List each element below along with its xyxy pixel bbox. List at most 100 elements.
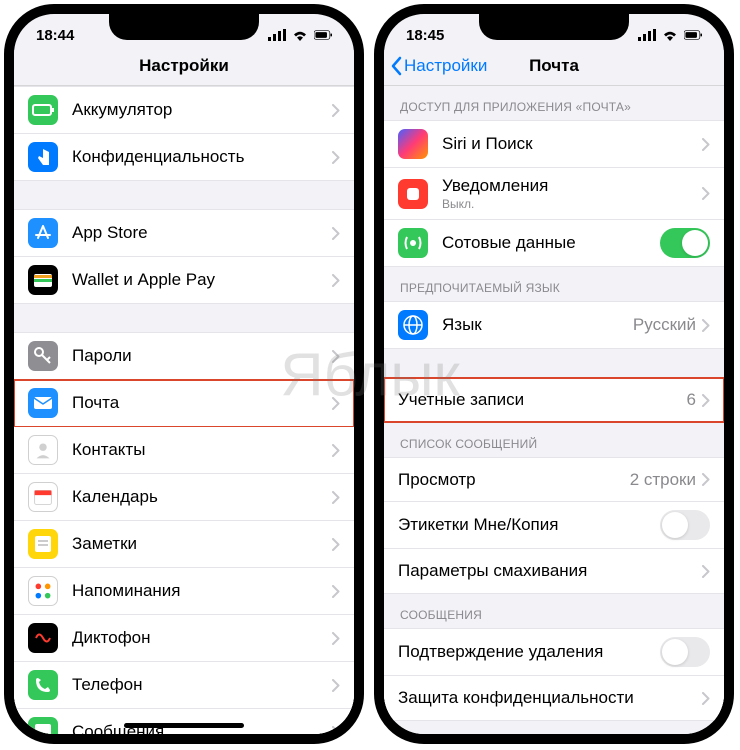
nav-bar: Настройки — [14, 50, 354, 86]
settings-content[interactable]: Аккумулятор Конфиденциальность App Store… — [14, 86, 354, 734]
row-label: Контакты — [72, 440, 332, 460]
chevron-right-icon — [702, 187, 710, 200]
phone-left: 18:44 Настройки Аккумулятор Конфиденциал… — [4, 4, 364, 744]
wifi-icon — [291, 29, 309, 41]
chevron-right-icon — [702, 692, 710, 705]
settings-row-reminders[interactable]: Напоминания — [14, 568, 354, 615]
chevron-right-icon — [702, 473, 710, 486]
notif-icon — [398, 179, 428, 209]
settings-row-voice[interactable]: Диктофон — [14, 615, 354, 662]
chevron-right-icon — [702, 394, 710, 407]
chevron-right-icon — [332, 726, 340, 735]
chevron-right-icon — [332, 151, 340, 164]
row-messages-item[interactable]: Защита конфиденциальности — [384, 676, 724, 720]
row-label: Диктофон — [72, 628, 332, 648]
row-label: Подтверждение удаления — [398, 642, 660, 662]
chevron-right-icon — [332, 491, 340, 504]
key-icon — [28, 341, 58, 371]
settings-row-messages[interactable]: Сообщения — [14, 709, 354, 734]
row-list-item[interactable]: Параметры смахивания — [384, 549, 724, 593]
page-title: Настройки — [139, 56, 229, 76]
row-cell[interactable]: Сотовые данные — [384, 220, 724, 266]
cell-icon — [398, 228, 428, 258]
chevron-left-icon — [390, 56, 402, 76]
row-list-item[interactable]: Просмотр 2 строки — [384, 458, 724, 502]
row-notif[interactable]: УведомленияВыкл. — [384, 168, 724, 220]
hand-icon — [28, 142, 58, 172]
signal-icon — [268, 29, 286, 41]
row-label: Конфиденциальность — [72, 147, 332, 167]
settings-row-wallet[interactable]: Wallet и Apple Pay — [14, 257, 354, 303]
row-label: Пароли — [72, 346, 332, 366]
row-list-item[interactable]: Этикетки Мне/Копия — [384, 502, 724, 549]
status-time: 18:44 — [36, 27, 74, 44]
row-label: Этикетки Мне/Копия — [398, 515, 660, 535]
reminders-icon — [28, 576, 58, 606]
home-indicator[interactable] — [124, 723, 244, 728]
chevron-right-icon — [332, 538, 340, 551]
chevron-right-icon — [332, 227, 340, 240]
chevron-right-icon — [332, 350, 340, 363]
chevron-right-icon — [332, 632, 340, 645]
status-icons — [268, 29, 332, 41]
row-label: Учетные записи — [398, 390, 687, 410]
row-label: Напоминания — [72, 581, 332, 601]
toggle[interactable] — [660, 637, 710, 667]
row-value: Русский — [633, 315, 696, 335]
back-button[interactable]: Настройки — [390, 56, 487, 76]
siri-icon — [398, 129, 428, 159]
appstore-icon — [28, 218, 58, 248]
chevron-right-icon — [332, 274, 340, 287]
settings-row-appstore[interactable]: App Store — [14, 210, 354, 257]
row-siri[interactable]: Siri и Поиск — [384, 121, 724, 168]
row-messages-item[interactable]: Подтверждение удаления — [384, 629, 724, 676]
battery-icon — [684, 29, 702, 41]
settings-row-phone[interactable]: Телефон — [14, 662, 354, 709]
row-label: Язык — [442, 315, 633, 335]
voice-icon — [28, 623, 58, 653]
wifi-icon — [661, 29, 679, 41]
row-label: Защита конфиденциальности — [398, 688, 702, 708]
battery-icon — [314, 29, 332, 41]
section-header-messages: СООБЩЕНИЯ — [384, 594, 724, 628]
settings-row-calendar[interactable]: Календарь — [14, 474, 354, 521]
battery-icon — [28, 95, 58, 125]
mail-content[interactable]: ДОСТУП ДЛЯ ПРИЛОЖЕНИЯ «ПОЧТА» Siri и Пои… — [384, 86, 724, 734]
settings-row-contacts[interactable]: Контакты — [14, 427, 354, 474]
row-value: 2 строки — [630, 470, 696, 490]
settings-row-mail[interactable]: Почта — [14, 380, 354, 427]
phone-icon — [28, 670, 58, 700]
row-accounts[interactable]: Учетные записи 6 — [384, 378, 724, 422]
section-header-list: СПИСОК СООБЩЕНИЙ — [384, 423, 724, 457]
chevron-right-icon — [702, 565, 710, 578]
row-label: Календарь — [72, 487, 332, 507]
settings-row-key[interactable]: Пароли — [14, 333, 354, 380]
row-sublabel: Выкл. — [442, 197, 702, 211]
toggle[interactable] — [660, 228, 710, 258]
row-value: 6 — [687, 390, 696, 410]
section-header-lang: ПРЕДПОЧИТАЕМЫЙ ЯЗЫК — [384, 267, 724, 301]
globe-icon — [398, 310, 428, 340]
nav-bar: Настройки Почта — [384, 50, 724, 86]
row-language[interactable]: Язык Русский — [384, 302, 724, 348]
chevron-right-icon — [332, 397, 340, 410]
wallet-icon — [28, 265, 58, 295]
chevron-right-icon — [332, 104, 340, 117]
row-label: Телефон — [72, 675, 332, 695]
chevron-right-icon — [702, 319, 710, 332]
row-label: Заметки — [72, 534, 332, 554]
section-header-access: ДОСТУП ДЛЯ ПРИЛОЖЕНИЯ «ПОЧТА» — [384, 86, 724, 120]
contacts-icon — [28, 435, 58, 465]
row-label: Сотовые данные — [442, 233, 660, 253]
page-title: Почта — [529, 56, 579, 76]
row-label: Просмотр — [398, 470, 630, 490]
notes-icon — [28, 529, 58, 559]
chevron-right-icon — [702, 138, 710, 151]
row-label: Почта — [72, 393, 332, 413]
row-label: Уведомления — [442, 176, 702, 196]
settings-row-hand[interactable]: Конфиденциальность — [14, 134, 354, 180]
settings-row-battery[interactable]: Аккумулятор — [14, 87, 354, 134]
toggle[interactable] — [660, 510, 710, 540]
settings-row-notes[interactable]: Заметки — [14, 521, 354, 568]
section-header-threads: ОБРАБОТКА ТЕМ — [384, 721, 724, 734]
